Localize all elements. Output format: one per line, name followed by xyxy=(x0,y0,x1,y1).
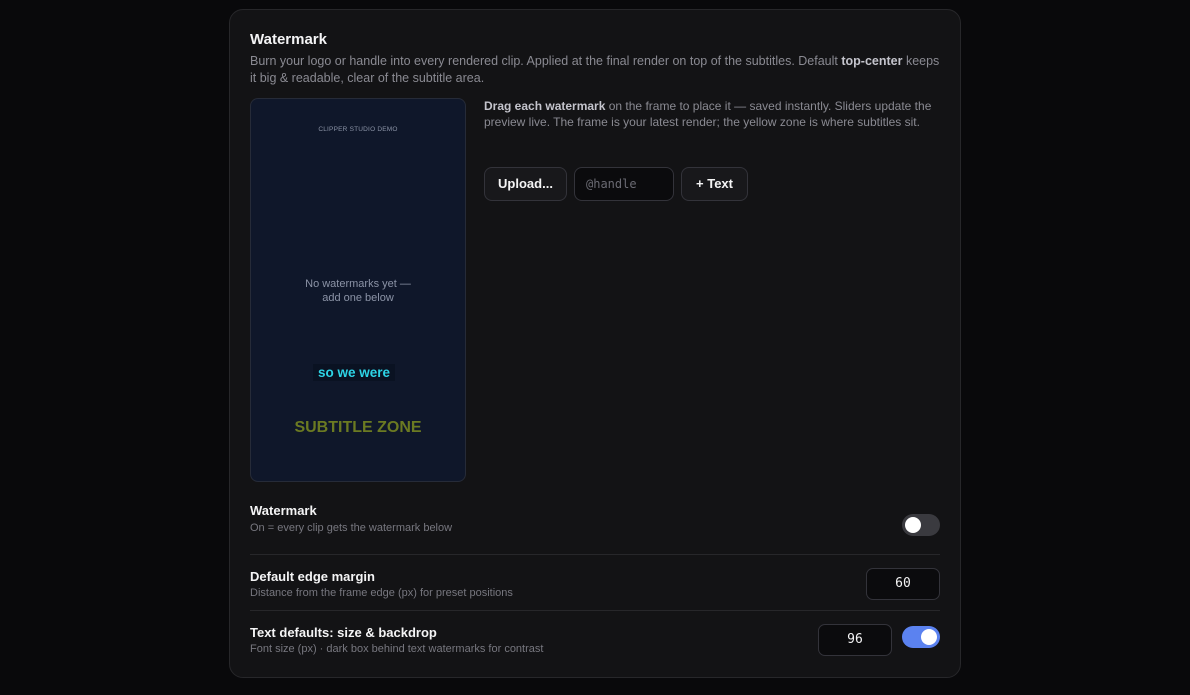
toggle-knob xyxy=(905,517,921,533)
toggle-knob xyxy=(921,629,937,645)
preview-brand-text: CLIPPER STUDIO DEMO xyxy=(318,126,398,133)
setting-title: Default edge margin xyxy=(250,569,375,584)
setting-row-edge-margin: Default edge margin Distance from the fr… xyxy=(250,554,940,610)
setting-subtitle: Distance from the frame edge (px) for pr… xyxy=(250,587,513,599)
setting-title: Text defaults: size & backdrop xyxy=(250,625,437,640)
edge-margin-input[interactable]: 60 xyxy=(866,568,940,600)
text-size-input[interactable]: 96 xyxy=(818,624,892,656)
subtitle-zone-label: SUBTITLE ZONE xyxy=(294,419,422,436)
watermark-settings-card: Watermark Burn your logo or handle into … xyxy=(229,9,961,678)
placement-help-text: Drag each watermark on the frame to plac… xyxy=(484,99,932,129)
section-title: Watermark xyxy=(250,31,327,48)
empty-state-message: No watermarks yet — add one below xyxy=(305,278,411,304)
add-text-button[interactable]: + Text xyxy=(681,167,748,201)
handle-input[interactable] xyxy=(574,167,674,201)
setting-row-watermark: Watermark On = every clip gets the water… xyxy=(250,498,940,554)
subtitle-sample: so we were xyxy=(313,364,396,381)
setting-subtitle: Font size (px) · dark box behind text wa… xyxy=(250,643,544,655)
section-description: Burn your logo or handle into every rend… xyxy=(250,54,940,85)
upload-button[interactable]: Upload... xyxy=(484,167,567,201)
watermark-preview-frame[interactable]: CLIPPER STUDIO DEMO No watermarks yet — … xyxy=(250,98,466,482)
watermark-toggle[interactable] xyxy=(902,514,940,536)
backdrop-toggle[interactable] xyxy=(902,626,940,648)
setting-row-text-defaults: Text defaults: size & backdrop Font size… xyxy=(250,610,940,666)
setting-title: Watermark xyxy=(250,503,317,518)
setting-subtitle: On = every clip gets the watermark below xyxy=(250,522,453,534)
